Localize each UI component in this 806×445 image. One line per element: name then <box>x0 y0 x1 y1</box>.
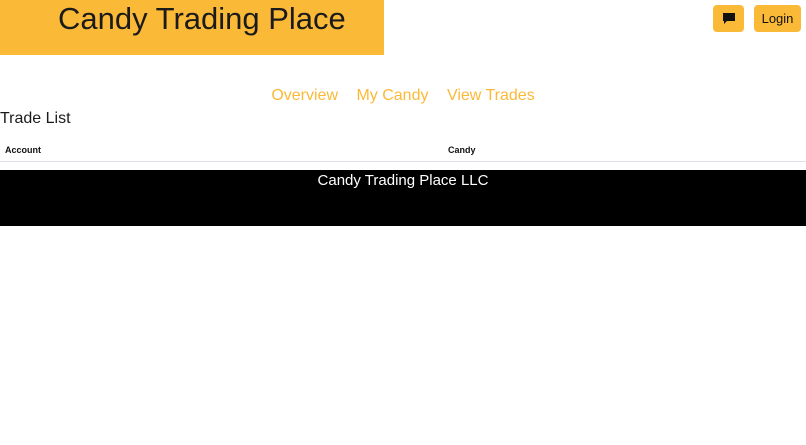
login-button[interactable]: Login <box>754 5 801 32</box>
footer: Candy Trading Place LLC <box>0 170 806 226</box>
trade-list-heading: Trade List <box>0 110 71 127</box>
nav-view-trades-link[interactable]: View Trades <box>447 87 535 104</box>
chat-button[interactable] <box>713 5 744 32</box>
chat-bubble-icon <box>722 13 735 24</box>
column-header-candy: Candy <box>448 145 476 155</box>
trade-table: Account Candy <box>0 141 806 162</box>
site-title: Candy Trading Place <box>58 1 346 36</box>
nav-overview-link[interactable]: Overview <box>271 87 338 104</box>
brand-banner: Candy Trading Place <box>0 0 384 55</box>
footer-text: Candy Trading Place LLC <box>317 172 489 189</box>
nav-my-candy-link[interactable]: My Candy <box>356 87 428 104</box>
column-header-account: Account <box>5 145 41 155</box>
main-nav: Overview My Candy View Trades <box>0 86 806 106</box>
